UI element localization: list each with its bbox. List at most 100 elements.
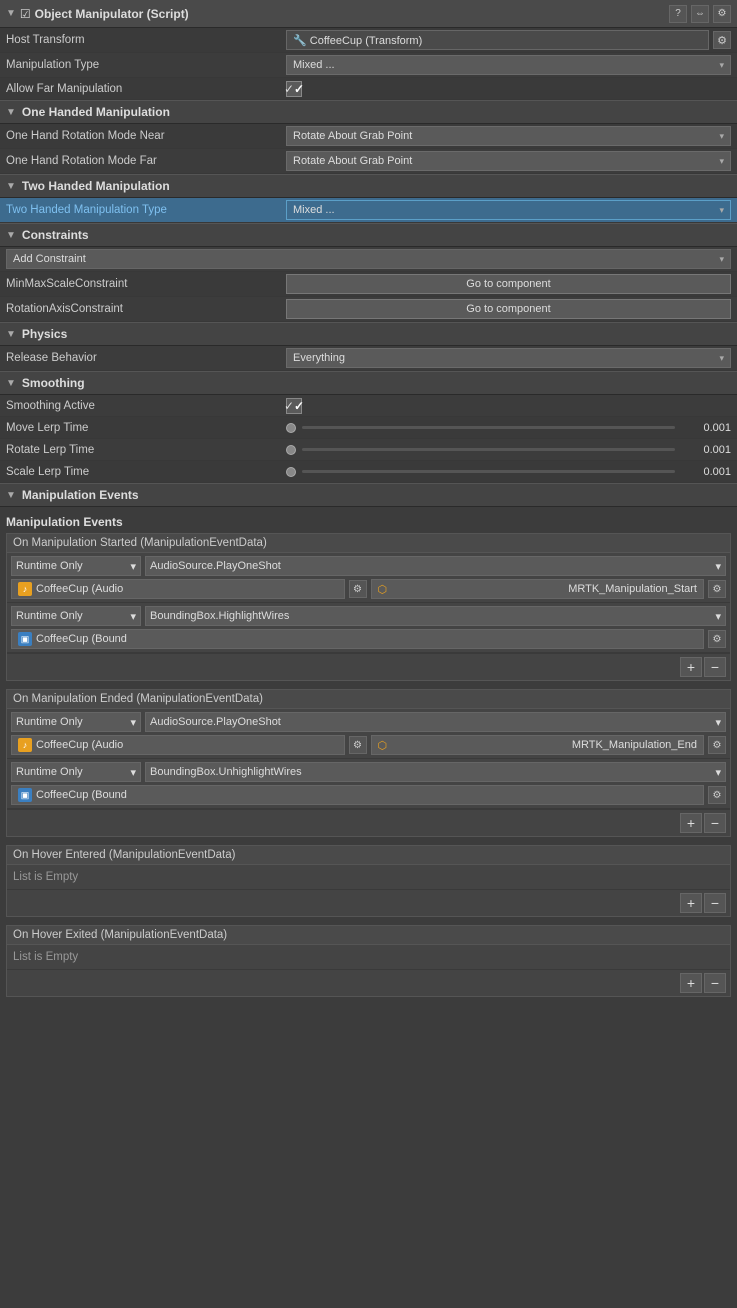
smoothing-arrow[interactable]: ▼ bbox=[6, 378, 16, 389]
rotate-lerp-slider-track[interactable] bbox=[302, 448, 675, 451]
ended-obj-text-1: CoffeeCup (Bound bbox=[36, 789, 127, 801]
scale-lerp-slider-value: 0.001 bbox=[681, 466, 731, 478]
scale-lerp-slider-track[interactable] bbox=[302, 470, 675, 473]
manipulation-started-runtime-1[interactable]: Runtime Only ▾ bbox=[11, 606, 141, 626]
smoothing-active-checkbox[interactable]: ✓ bbox=[286, 398, 302, 414]
release-behavior-value: Everything ▾ bbox=[286, 348, 731, 368]
one-hand-far-arrow: ▾ bbox=[719, 156, 724, 167]
ended-obj-icon-0: ♪ bbox=[18, 738, 32, 752]
manipulation-started-add[interactable]: + bbox=[680, 657, 702, 677]
ended-runtime-text-1: Runtime Only bbox=[16, 766, 83, 778]
func-arrow-1: ▾ bbox=[715, 610, 721, 623]
one-hand-near-text: Rotate About Grab Point bbox=[293, 130, 412, 142]
manipulation-started-method-0[interactable]: ⬡ MRTK_Manipulation_Start bbox=[371, 579, 705, 599]
obj-gear-0[interactable]: ⚙ bbox=[349, 580, 367, 598]
manipulation-type-dropdown[interactable]: Mixed ... ▾ bbox=[286, 55, 731, 75]
manipulation-started-remove[interactable]: − bbox=[704, 657, 726, 677]
manipulation-ended-add[interactable]: + bbox=[680, 813, 702, 833]
events-outer: Manipulation Events On Manipulation Star… bbox=[0, 507, 737, 1009]
one-hand-near-dropdown[interactable]: Rotate About Grab Point ▾ bbox=[286, 126, 731, 146]
hover-entered-remove[interactable]: − bbox=[704, 893, 726, 913]
hover-entered-add[interactable]: + bbox=[680, 893, 702, 913]
ended-method-text-0: MRTK_Manipulation_End bbox=[572, 739, 697, 751]
two-handed-type-label: Two Handed Manipulation Type bbox=[6, 204, 286, 216]
rotate-lerp-slider-dot bbox=[286, 445, 296, 455]
swap-button[interactable]: ⇔ bbox=[691, 5, 709, 23]
one-handed-label: One Handed Manipulation bbox=[22, 105, 170, 119]
scale-lerp-slider-container: 0.001 bbox=[286, 466, 731, 478]
move-lerp-slider-track[interactable] bbox=[302, 426, 675, 429]
allow-far-manipulation-checkbox[interactable]: ✓ bbox=[286, 81, 302, 97]
manipulation-started-runtime-0[interactable]: Runtime Only ▾ bbox=[11, 556, 141, 576]
manipulation-started-func-0[interactable]: AudioSource.PlayOneShot ▾ bbox=[145, 556, 726, 576]
move-lerp-slider-container: 0.001 bbox=[286, 422, 731, 434]
two-handed-type-dropdown[interactable]: Mixed ... ▾ bbox=[286, 200, 731, 220]
manipulation-ended-remove[interactable]: − bbox=[704, 813, 726, 833]
rotate-lerp-row: Rotate Lerp Time 0.001 bbox=[0, 439, 737, 461]
manipulation-ended-row-1-top: Runtime Only ▾ BoundingBox.UnhighlightWi… bbox=[11, 762, 726, 782]
minmax-go-button[interactable]: Go to component bbox=[286, 274, 731, 294]
manipulation-ended-method-0[interactable]: ⬡ MRTK_Manipulation_End bbox=[371, 735, 705, 755]
manipulation-type-arrow: ▾ bbox=[719, 60, 724, 71]
runtime-text-0: Runtime Only bbox=[16, 560, 83, 572]
rotation-constraint-value: Go to component bbox=[286, 299, 731, 319]
two-handed-section: ▼ Two Handed Manipulation bbox=[0, 174, 737, 198]
settings-button[interactable]: ⚙ bbox=[713, 5, 731, 23]
manipulation-started-func-1[interactable]: BoundingBox.HighlightWires ▾ bbox=[145, 606, 726, 626]
ended-method-gear-0[interactable]: ⚙ bbox=[708, 736, 726, 754]
ended-obj-gear-1[interactable]: ⚙ bbox=[708, 786, 726, 804]
manipulation-ended-obj-1[interactable]: ▣ CoffeeCup (Bound bbox=[11, 785, 704, 805]
minmax-constraint-label: MinMaxScaleConstraint bbox=[6, 278, 286, 290]
one-hand-near-label: One Hand Rotation Mode Near bbox=[6, 130, 286, 142]
host-transform-dropdown[interactable]: 🔧 CoffeeCup (Transform) bbox=[286, 30, 709, 50]
release-behavior-dropdown[interactable]: Everything ▾ bbox=[286, 348, 731, 368]
smoothing-label: Smoothing bbox=[22, 376, 85, 390]
hover-exited-empty: List is Empty bbox=[7, 945, 730, 969]
manipulation-ended-block: On Manipulation Ended (ManipulationEvent… bbox=[6, 689, 731, 837]
ended-obj-gear-0[interactable]: ⚙ bbox=[349, 736, 367, 754]
smoothing-check: ✓ bbox=[284, 399, 294, 413]
collapse-arrow[interactable]: ▼ bbox=[6, 8, 16, 19]
component-icon: ☑ bbox=[20, 7, 31, 21]
manipulation-ended-obj-0[interactable]: ♪ CoffeeCup (Audio bbox=[11, 735, 345, 755]
two-handed-type-row: Two Handed Manipulation Type Mixed ... ▾ bbox=[0, 198, 737, 223]
manipulation-type-row: Manipulation Type Mixed ... ▾ bbox=[0, 53, 737, 78]
method-gear-0[interactable]: ⚙ bbox=[708, 580, 726, 598]
add-constraint-arrow: ▾ bbox=[719, 254, 724, 265]
hover-exited-add[interactable]: + bbox=[680, 973, 702, 993]
obj-gear-1[interactable]: ⚙ bbox=[708, 630, 726, 648]
manipulation-ended-entry-1: Runtime Only ▾ BoundingBox.UnhighlightWi… bbox=[7, 759, 730, 809]
manipulation-started-obj-1[interactable]: ▣ CoffeeCup (Bound bbox=[11, 629, 704, 649]
ended-func-text-1: BoundingBox.UnhighlightWires bbox=[150, 766, 302, 778]
two-handed-label: Two Handed Manipulation bbox=[22, 179, 170, 193]
release-behavior-label: Release Behavior bbox=[6, 352, 286, 364]
manipulation-ended-controls: + − bbox=[7, 809, 730, 836]
hover-entered-empty: List is Empty bbox=[7, 865, 730, 889]
one-hand-far-value: Rotate About Grab Point ▾ bbox=[286, 151, 731, 171]
one-hand-far-dropdown[interactable]: Rotate About Grab Point ▾ bbox=[286, 151, 731, 171]
help-button[interactable]: ? bbox=[669, 5, 687, 23]
hover-exited-remove[interactable]: − bbox=[704, 973, 726, 993]
manipulation-ended-func-1[interactable]: BoundingBox.UnhighlightWires ▾ bbox=[145, 762, 726, 782]
physics-arrow[interactable]: ▼ bbox=[6, 329, 16, 340]
rotation-go-button[interactable]: Go to component bbox=[286, 299, 731, 319]
constraints-arrow[interactable]: ▼ bbox=[6, 230, 16, 241]
manipulation-ended-func-0[interactable]: AudioSource.PlayOneShot ▾ bbox=[145, 712, 726, 732]
manipulation-ended-runtime-0[interactable]: Runtime Only ▾ bbox=[11, 712, 141, 732]
host-transform-gear[interactable]: ⚙ bbox=[713, 31, 731, 49]
smoothing-section: ▼ Smoothing bbox=[0, 371, 737, 395]
manipulation-ended-runtime-1[interactable]: Runtime Only ▾ bbox=[11, 762, 141, 782]
obj-icon-1: ▣ bbox=[18, 632, 32, 646]
two-handed-type-text: Mixed ... bbox=[293, 204, 335, 216]
method-icon-0: ⬡ bbox=[378, 583, 388, 596]
release-behavior-arrow: ▾ bbox=[719, 353, 724, 364]
rotation-constraint-row: RotationAxisConstraint Go to component bbox=[0, 297, 737, 322]
add-constraint-dropdown[interactable]: Add Constraint ▾ bbox=[6, 249, 731, 269]
manipulation-events-arrow[interactable]: ▼ bbox=[6, 490, 16, 501]
rotate-lerp-slider-container: 0.001 bbox=[286, 444, 731, 456]
scale-lerp-row: Scale Lerp Time 0.001 bbox=[0, 461, 737, 483]
manipulation-started-obj-0[interactable]: ♪ CoffeeCup (Audio bbox=[11, 579, 345, 599]
one-handed-arrow[interactable]: ▼ bbox=[6, 107, 16, 118]
two-handed-arrow[interactable]: ▼ bbox=[6, 181, 16, 192]
add-constraint-text: Add Constraint bbox=[13, 253, 86, 265]
